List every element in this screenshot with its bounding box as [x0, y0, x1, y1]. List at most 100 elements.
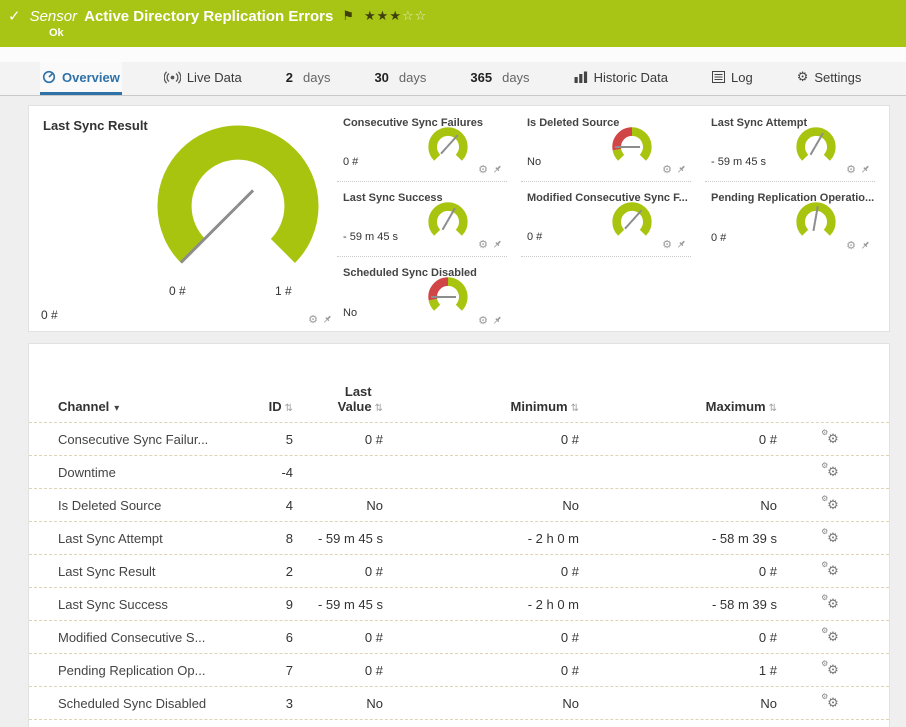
header-gap [0, 47, 906, 62]
gauge-value: No [343, 307, 358, 319]
tab-settings[interactable]: ⚙ Settings [795, 62, 864, 95]
pin-icon[interactable] [676, 164, 686, 175]
cell-id: 5 [285, 431, 293, 447]
gauge-cell: Last Sync Success - 59 m 45 s ⚙ [337, 182, 507, 257]
table-row: Scheduled Sync Disabled 3 No No No ⚙ ⚙ [29, 687, 889, 720]
gauge-value: No [527, 156, 542, 168]
column-header-minimum[interactable]: Minimum ⇅ [383, 399, 579, 414]
cell-minimum: 0 # [560, 662, 579, 678]
gauge-dial [609, 122, 655, 168]
column-header-id-label: ID [268, 399, 282, 414]
priority-stars[interactable]: ★★★☆☆ [364, 9, 427, 24]
gauge-cell: Last Sync Attempt - 59 m 45 s ⚙ [705, 107, 875, 182]
sort-icon: ⇅ [374, 403, 383, 414]
gauge-settings-gear-icon[interactable]: ⚙ [478, 314, 488, 327]
pin-icon[interactable] [492, 164, 502, 175]
cell-last-value: No [366, 695, 383, 711]
cell-maximum: 1 # [758, 662, 777, 678]
tab-log[interactable]: Log [710, 62, 755, 95]
tab-historic-data[interactable]: Historic Data [572, 62, 670, 95]
priority-flag-icon[interactable]: ⚑ [342, 9, 354, 24]
channel-settings-gear-icon[interactable]: ⚙ ⚙ [821, 428, 839, 447]
gauge-settings-gear-icon[interactable]: ⚙ [662, 238, 672, 251]
stars-empty[interactable]: ☆☆ [402, 9, 427, 24]
cell-actions: ⚙ ⚙ [777, 560, 889, 579]
gauge-dial [609, 197, 655, 243]
column-header-maximum-label: Maximum [705, 399, 766, 414]
tab-30-days[interactable]: 30 days [372, 62, 428, 95]
tab-overview[interactable]: Overview [40, 62, 122, 95]
sort-icon: ⇅ [284, 403, 293, 414]
cell-channel: Last Sync Success [58, 596, 168, 612]
cell-channel: Downtime [58, 464, 116, 480]
channel-settings-gear-icon[interactable]: ⚙ ⚙ [821, 659, 839, 678]
main-gauge-cell: Last Sync Result 0 # 1 # 0 # ⚙ [29, 106, 337, 331]
cell-id: 4 [285, 497, 293, 513]
gauge-settings-gear-icon[interactable]: ⚙ [478, 238, 488, 251]
gauge-cell: Modified Consecutive Sync F... 0 # ⚙ [521, 182, 691, 257]
gauge-settings-gear-icon[interactable]: ⚙ [478, 163, 488, 176]
cell-last-value: No [366, 497, 383, 513]
gauge-dial [425, 197, 471, 243]
channel-settings-gear-icon[interactable]: ⚙ ⚙ [821, 560, 839, 579]
gauge-value: 0 # [527, 231, 543, 243]
channel-settings-gear-icon[interactable]: ⚙ ⚙ [821, 494, 839, 513]
channel-settings-gear-icon[interactable]: ⚙ ⚙ [821, 692, 839, 711]
channel-settings-gear-icon[interactable]: ⚙ ⚙ [821, 527, 839, 546]
cell-last-value: 0 # [364, 563, 383, 579]
main-gauge-scale-max: 1 # [275, 284, 292, 298]
gauge-settings-gear-icon[interactable]: ⚙ [846, 239, 856, 252]
pin-icon[interactable] [322, 314, 332, 325]
column-header-last-value[interactable]: Last Value ⇅ [293, 384, 383, 414]
tab-live-data[interactable]: Live Data [162, 62, 244, 95]
gauge-settings-gear-icon[interactable]: ⚙ [308, 313, 318, 326]
pin-icon[interactable] [860, 240, 870, 251]
gauge-settings-gear-icon[interactable]: ⚙ [846, 163, 856, 176]
main-gauge-actions: ⚙ [308, 313, 332, 326]
status-ok-check-icon: ✓ [8, 7, 21, 25]
cell-maximum: - 58 m 39 s [711, 530, 777, 546]
sort-icon: ⇅ [768, 403, 777, 414]
gauge-dial [425, 122, 471, 168]
gauge-settings-gear-icon[interactable]: ⚙ [662, 163, 672, 176]
column-header-channel[interactable]: Channel ▾ [58, 399, 228, 414]
pin-icon[interactable] [492, 315, 502, 326]
column-header-id[interactable]: ID ⇅ [228, 399, 293, 414]
main-gauge-value: 0 # [41, 308, 58, 322]
table-row: Modified Consecutive S... 6 0 # 0 # 0 # … [29, 621, 889, 654]
gauge-needle [431, 296, 447, 298]
channel-settings-gear-icon[interactable]: ⚙ ⚙ [821, 626, 839, 645]
cell-channel: Last Sync Attempt [58, 530, 163, 546]
cell-maximum: No [760, 695, 777, 711]
column-header-maximum[interactable]: Maximum ⇅ [579, 399, 777, 414]
historic-data-chart-icon [574, 71, 587, 83]
pin-icon[interactable] [860, 164, 870, 175]
tab-live-data-label: Live Data [186, 69, 242, 85]
pin-icon[interactable] [676, 239, 686, 250]
cell-minimum: No [562, 695, 579, 711]
channel-settings-gear-icon[interactable]: ⚙ ⚙ [821, 461, 839, 480]
log-list-icon [711, 71, 725, 83]
cell-channel: Scheduled Sync Disabled [58, 695, 207, 711]
tab-365-days[interactable]: 365 days [468, 62, 531, 95]
pin-icon[interactable] [492, 239, 502, 250]
cell-actions: ⚙ ⚙ [777, 527, 889, 546]
cell-id: 3 [285, 695, 293, 711]
tab-2-days[interactable]: 2 days [284, 62, 333, 95]
cell-maximum: 0 # [758, 431, 777, 447]
tab-30-days-number: 30 [374, 69, 389, 85]
gauge-title: Is Deleted Source [527, 117, 620, 129]
tab-overview-label: Overview [62, 69, 120, 85]
channel-settings-gear-icon[interactable]: ⚙ ⚙ [821, 593, 839, 612]
cell-maximum: - 58 m 39 s [711, 596, 777, 612]
cell-actions: ⚙ ⚙ [777, 593, 889, 612]
sensor-status-text: Ok [49, 27, 64, 39]
cell-id: -4 [281, 464, 293, 480]
tab-bar: Overview Live Data 2 days 30 days 365 da… [0, 62, 906, 96]
cell-id: 9 [285, 596, 293, 612]
stars-filled[interactable]: ★★★ [364, 9, 402, 24]
overview-gauge-icon [42, 70, 56, 84]
cell-actions: ⚙ ⚙ [777, 692, 889, 711]
main-gauge-title: Last Sync Result [43, 118, 148, 133]
column-header-last-value-label: Last Value [337, 384, 372, 414]
